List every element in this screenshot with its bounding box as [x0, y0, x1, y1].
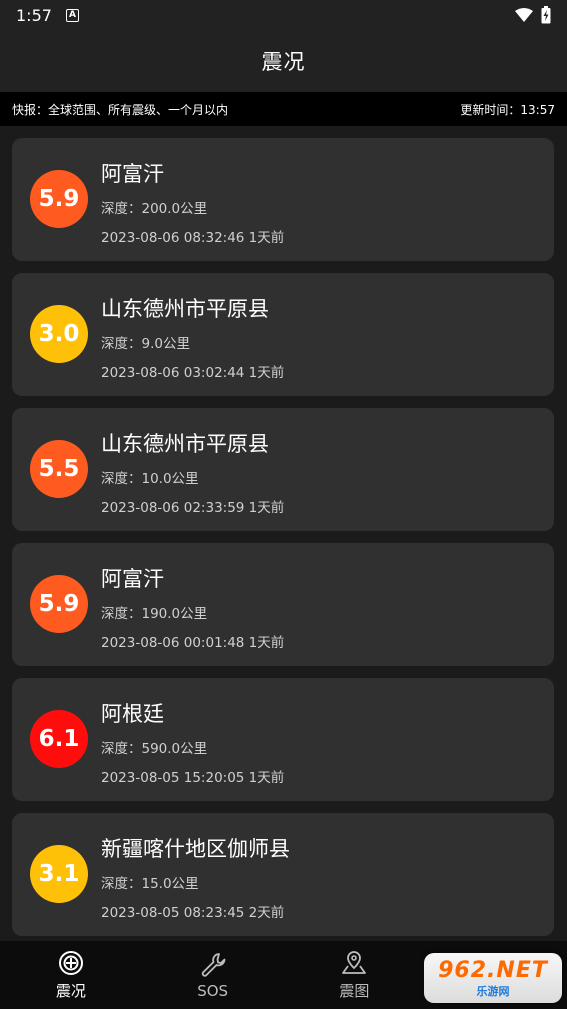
crosshair-icon [58, 951, 83, 975]
status-bar: 1:57 A [0, 0, 567, 30]
app-bar: 震况 [0, 30, 567, 92]
watermark-text: 962.NET [438, 957, 548, 983]
quake-card[interactable]: 5.9 阿富汗 深度：200.0公里 2023-08-06 08:32:46 1… [12, 138, 554, 261]
quake-time: 2023-08-06 03:02:44 1天前 [101, 365, 285, 381]
quake-place: 阿根廷 [101, 702, 164, 726]
quake-place: 阿富汗 [101, 162, 164, 186]
quake-time: 2023-08-05 08:23:45 2天前 [101, 905, 285, 921]
magnitude-badge: 6.1 [30, 710, 88, 768]
nav-label: 震图 [339, 982, 370, 1000]
quake-depth: 深度：15.0公里 [101, 876, 199, 892]
nav-label: 震况 [55, 982, 86, 1000]
magnitude-badge: 5.5 [30, 440, 88, 498]
info-bar: 快报：全球范围、所有震级、一个月以内 更新时间：13:57 [0, 92, 567, 126]
watermark-sub: 乐游网 [476, 984, 510, 998]
magnitude-badge: 3.1 [30, 845, 88, 903]
quake-card[interactable]: 3.0 山东德州市平原县 深度：9.0公里 2023-08-06 03:02:4… [12, 273, 554, 396]
map-pin-icon [342, 951, 367, 974]
nav-label: SOS [197, 981, 229, 1000]
quake-time: 2023-08-05 15:20:05 1天前 [101, 770, 285, 786]
quake-time: 2023-08-06 00:01:48 1天前 [101, 635, 285, 651]
quake-depth: 深度：10.0公里 [101, 471, 199, 487]
quake-card[interactable]: 5.9 阿富汗 深度：190.0公里 2023-08-06 00:01:48 1… [12, 543, 554, 666]
wifi-icon [515, 8, 533, 22]
status-time: 1:57 [16, 5, 52, 25]
updated-time: 更新时间：13:57 [460, 102, 555, 117]
quake-depth: 深度：590.0公里 [101, 741, 208, 757]
quake-list[interactable]: 5.9 阿富汗 深度：200.0公里 2023-08-06 08:32:46 1… [12, 138, 554, 948]
nav-tab-sos[interactable]: SOS [142, 941, 284, 1009]
quake-depth: 深度：9.0公里 [101, 336, 190, 352]
quake-place: 山东德州市平原县 [101, 297, 269, 321]
quake-place: 阿富汗 [101, 567, 164, 591]
quake-card[interactable]: 5.5 山东德州市平原县 深度：10.0公里 2023-08-06 02:33:… [12, 408, 554, 531]
scope-text: 快报：全球范围、所有震级、一个月以内 [12, 102, 229, 117]
quake-time: 2023-08-06 08:32:46 1天前 [101, 230, 285, 246]
quake-card[interactable]: 6.1 阿根廷 深度：590.0公里 2023-08-05 15:20:05 1… [12, 678, 554, 801]
nav-tab-map[interactable]: 震图 [284, 941, 426, 1009]
battery-icon [541, 6, 551, 24]
quake-depth: 深度：200.0公里 [101, 201, 208, 217]
page-title: 震况 [261, 50, 306, 74]
nav-tab-quakes[interactable]: 震况 [0, 941, 142, 1009]
quake-time: 2023-08-06 02:33:59 1天前 [101, 500, 285, 516]
magnitude-badge: 3.0 [30, 305, 88, 363]
quake-place: 山东德州市平原县 [101, 432, 269, 456]
watermark-logo: 962.NET 乐游网 [424, 953, 562, 1003]
quake-depth: 深度：190.0公里 [101, 606, 208, 622]
wrench-icon [201, 952, 226, 977]
magnitude-badge: 5.9 [30, 170, 88, 228]
quake-card[interactable]: 3.1 新疆喀什地区伽师县 深度：15.0公里 2023-08-05 08:23… [12, 813, 554, 936]
status-icons [515, 6, 551, 24]
magnitude-badge: 5.9 [30, 575, 88, 633]
quake-place: 新疆喀什地区伽师县 [101, 837, 290, 861]
notification-a-icon: A [65, 8, 79, 22]
